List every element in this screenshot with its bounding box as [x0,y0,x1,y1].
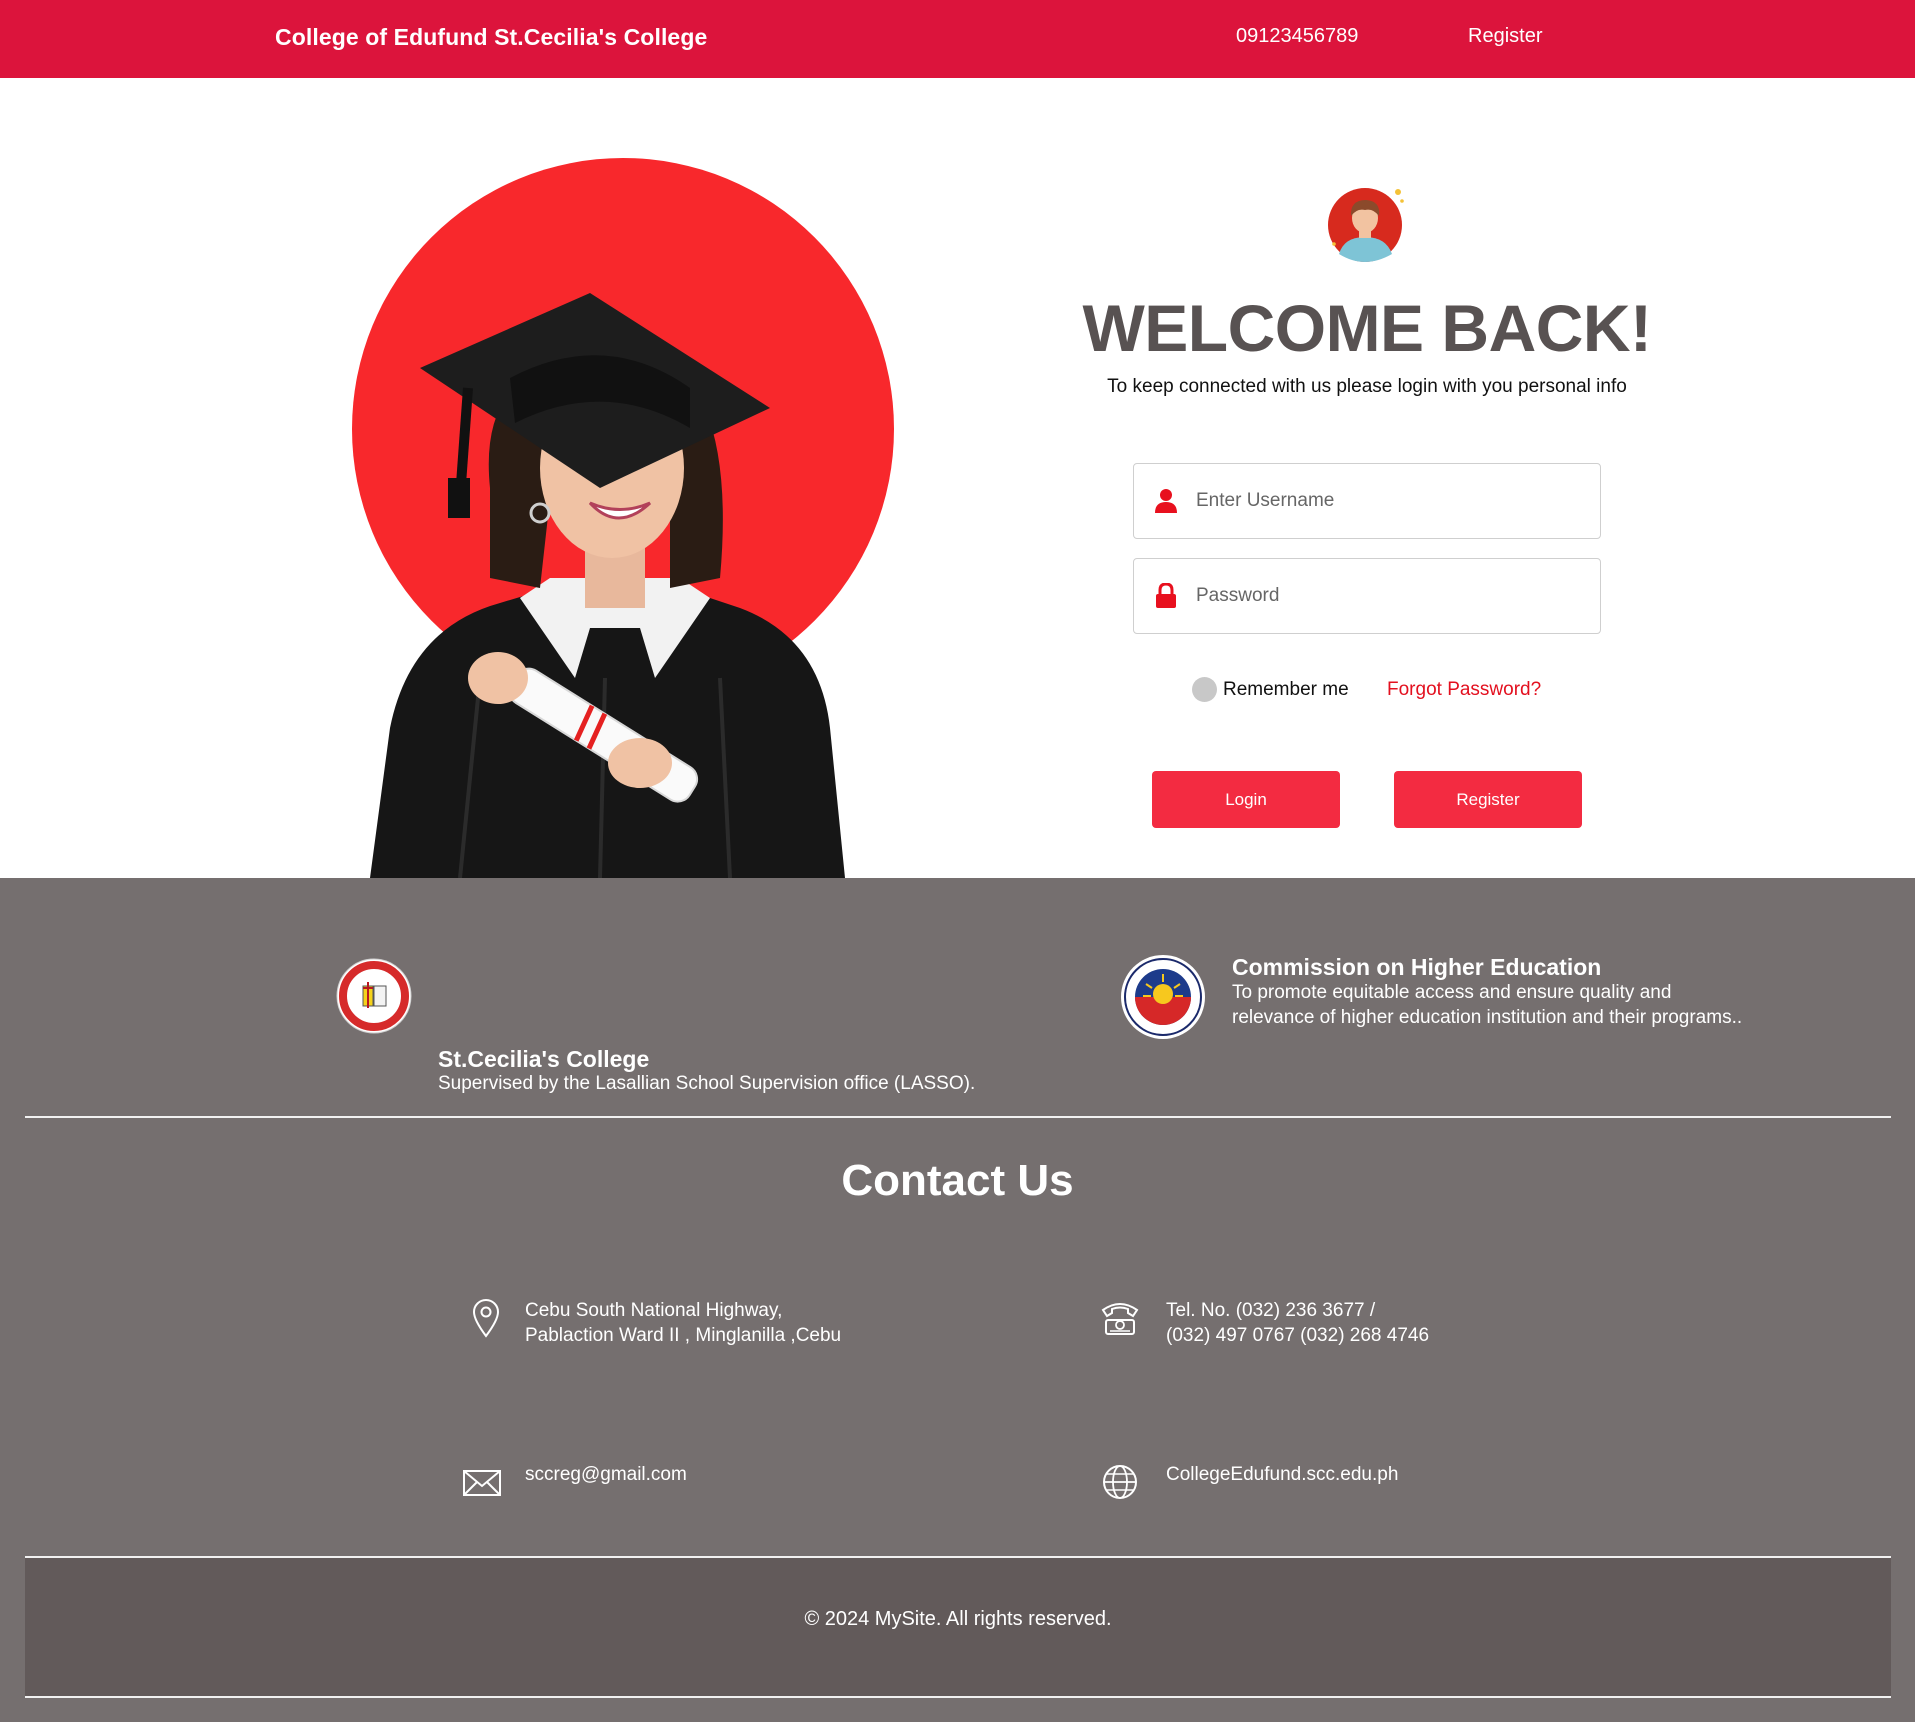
site-footer: St.Cecilia's College Supervised by the L… [0,878,1915,1722]
globe-icon [1103,1465,1137,1499]
phone-line: Tel. No. (032) 236 3677 / [1166,1300,1376,1321]
username-input[interactable] [1196,464,1586,538]
org-description: Supervised by the Lasallian School Super… [438,1071,975,1096]
site-brand[interactable]: College of Edufund St.Cecilia's College [275,24,707,51]
org-description: To promote equitable access and ensure q… [1232,980,1742,1030]
copyright-text: © 2024 MySite. All rights reserved. [804,1608,1112,1630]
remember-me-radio[interactable] [1192,677,1217,702]
location-pin-icon [472,1299,500,1338]
forgot-password-link[interactable]: Forgot Password? [1387,679,1541,701]
org-description-line: Supervised by the Lasallian School Super… [438,1073,976,1094]
header-phone: 09123456789 [1236,25,1359,47]
email-text[interactable]: sccreg@gmail.com [525,1462,687,1487]
footer-divider [25,1696,1891,1698]
remember-me-label: Remember me [1223,678,1349,700]
envelope-icon [463,1470,501,1496]
graduate-photo [370,293,845,878]
org-name: Commission on Higher Education [1232,954,1602,980]
register-button[interactable]: Register [1394,771,1582,828]
ched-seal-icon [1121,955,1205,1039]
address-line: Cebu South National Highway, [525,1300,783,1321]
contact-us-heading: Contact Us [841,1156,1074,1205]
org-name: St.Cecilia's College [438,1046,650,1072]
org-description-line: To promote equitable access and ensure q… [1232,982,1672,1003]
phone-text: Tel. No. (032) 236 3677 / (032) 497 0767… [1166,1298,1429,1348]
user-avatar-icon [1328,188,1404,262]
welcome-title: WELCOME BACK! [1082,291,1652,365]
password-input[interactable] [1196,559,1586,633]
header-register-link[interactable]: Register [1468,25,1542,48]
copyright-bar: © 2024 MySite. All rights reserved. [25,1558,1891,1696]
top-navbar: College of Edufund St.Cecilia's College … [0,0,1915,78]
lock-icon [1156,583,1176,608]
password-field-wrapper [1133,558,1601,634]
telephone-icon [1101,1303,1139,1335]
remember-me-option[interactable]: Remember me [1192,677,1349,702]
welcome-subtitle: To keep connected with us please login w… [1107,376,1627,397]
st-cecilias-logo-icon [336,958,412,1034]
login-button[interactable]: Login [1152,771,1340,828]
address-text: Cebu South National Highway, Pablaction … [525,1298,841,1348]
website-text[interactable]: CollegeEdufund.scc.edu.ph [1166,1462,1398,1487]
username-field-wrapper [1133,463,1601,539]
footer-divider [25,1116,1891,1118]
org-description-line: relevance of higher education institutio… [1232,1007,1743,1028]
user-icon [1155,489,1177,513]
login-hero: WELCOME BACK! To keep connected with us … [0,78,1915,878]
phone-line: (032) 497 0767 (032) 268 4746 [1166,1325,1430,1346]
address-line: Pablaction Ward II , Minglanilla ,Cebu [525,1325,842,1346]
